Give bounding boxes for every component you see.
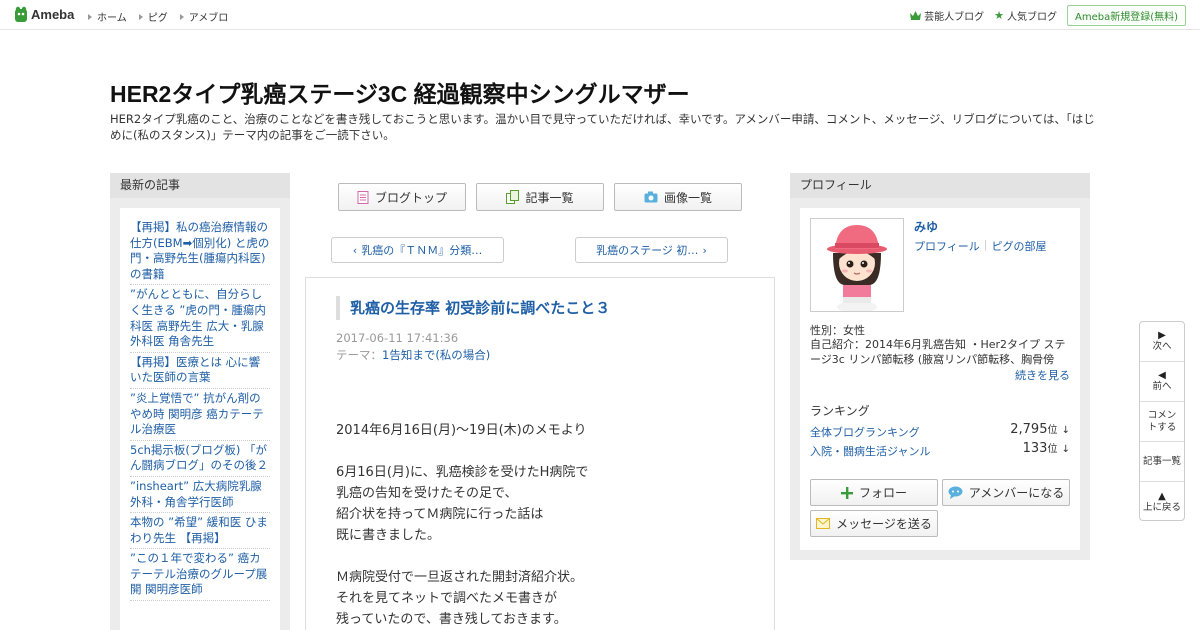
read-more-link[interactable]: 続きを見る: [1015, 367, 1070, 383]
recent-articles-box: 最新の記事 【再掲】私の癌治療情報の仕方(EBM➡個別化) と虎の門・高野先生(…: [110, 173, 290, 630]
recent-article-item[interactable]: 【再掲】私の癌治療情報の仕方(EBM➡個別化) と虎の門・高野先生(腫瘍内科医)…: [130, 218, 270, 286]
copy-icon: [506, 190, 520, 204]
plus-icon: [840, 486, 853, 499]
top-bar: Ameba ホーム ピグ アメブロ 芸能人ブログ ★ 人気ブログ Ameba新規…: [0, 0, 1200, 30]
nav-pigg[interactable]: ピグ: [138, 9, 168, 24]
next-button[interactable]: ▶ 次へ: [1140, 322, 1184, 362]
top-nav: ホーム ピグ アメブロ: [88, 9, 240, 24]
nav-home[interactable]: ホーム: [88, 9, 127, 24]
article-date: 2017-06-11 17:41:36: [336, 331, 459, 345]
avatar[interactable]: [810, 218, 904, 313]
article-paragraph: 残っていたので、書き残しておきます。: [336, 612, 567, 627]
profile-links: プロフィール | ピグの部屋: [914, 238, 1047, 254]
ranking-value: 2,795位 ↓: [1010, 422, 1070, 437]
crown-icon: [910, 11, 922, 20]
article-body: 2014年6月16日(月)～19日(木)のメモより 6月16日(月)に、乳癌検診…: [336, 420, 588, 630]
chevron-right-icon: ›: [702, 243, 707, 257]
top-right-links: 芸能人ブログ ★ 人気ブログ Ameba新規登録(無料): [910, 5, 1186, 26]
arrow-down-icon: ↓: [1061, 444, 1070, 455]
blog-description: HER2タイプ乳癌のこと、治療のことなどを書き残しておこうと思います。温かい目で…: [110, 112, 1095, 142]
ranking-label[interactable]: 全体ブログランキング: [810, 426, 920, 439]
profile-heading: プロフィール: [790, 173, 1090, 198]
send-message-button[interactable]: メッセージを送る: [810, 510, 938, 537]
triangle-right-icon: [179, 13, 184, 20]
article-blank-line: [336, 441, 588, 462]
divider: |: [983, 238, 988, 251]
tab-article-list[interactable]: 記事一覧: [476, 183, 604, 211]
ameba-logo-icon: [15, 6, 27, 22]
recent-article-item[interactable]: 本物の ”希望” 緩和医 ひまわり先生 【再掲】: [130, 513, 270, 550]
ameba-logo-text: Ameba: [31, 7, 75, 22]
recent-article-item[interactable]: ”insheart” 広大病院乳腺外科・角舎学行医師: [130, 477, 270, 514]
article-paragraph: 乳癌の告知を受けたその足で、: [336, 486, 518, 501]
signup-button[interactable]: Ameba新規登録(無料): [1066, 5, 1186, 26]
ranking-label[interactable]: 入院・闘病生活ジャンル: [810, 445, 930, 458]
celebrity-blog-link[interactable]: 芸能人ブログ: [910, 8, 984, 23]
profile-gender: 性別：女性: [810, 324, 865, 337]
comment-button[interactable]: コメントする: [1140, 402, 1184, 442]
article-paragraph: Ｍ病院受付で一旦返された開封済紹介状。: [336, 570, 584, 585]
back-to-top-button[interactable]: ▲ 上に戻る: [1140, 482, 1184, 522]
recent-article-item[interactable]: 5ch掲示板(ブログ板) 「がん闘病ブログ」のその後２: [130, 441, 270, 477]
profile-intro: 自己紹介：2014年6月乳癌告知 ・Her2タイプ ステージ3c リンパ節転移 …: [810, 338, 1066, 366]
ranking-heading: ランキング: [810, 404, 870, 418]
article-paragraph: 紹介状を持ってＭ病院に行った話は: [336, 507, 544, 522]
arrow-down-icon: ↓: [1061, 425, 1070, 436]
article-theme: テーマ：1告知まで(私の場合): [336, 348, 491, 362]
speech-bubble-icon: [948, 486, 963, 499]
profile-link[interactable]: プロフィール: [914, 238, 980, 254]
article: 乳癌の生存率 初受診前に調べたこと３ 2017-06-11 17:41:36 テ…: [305, 277, 775, 630]
recent-articles-heading: 最新の記事: [110, 173, 290, 198]
follow-button[interactable]: フォロー: [810, 479, 938, 506]
ranking-value: 133位 ↓: [1022, 441, 1070, 456]
play-left-icon: ◀: [1158, 370, 1166, 381]
prev-article-link[interactable]: ‹ 乳癌の『ＴＮＭ』分類…: [331, 237, 504, 263]
article-title[interactable]: 乳癌の生存率 初受診前に調べたこと３: [336, 296, 610, 320]
profile-box: プロフィール みゆ プロフィール | ピグの部屋 性別：女性 自己紹介：2014…: [790, 173, 1090, 560]
profile-inner: みゆ プロフィール | ピグの部屋 性別：女性 自己紹介：2014年6月乳癌告知…: [800, 208, 1080, 550]
blog-title[interactable]: HER2タイプ乳癌ステージ3C 経過観察中シングルマザー: [110, 75, 690, 109]
document-icon: [357, 190, 369, 204]
pigg-room-link[interactable]: ピグの部屋: [992, 238, 1047, 254]
play-right-icon: ▶: [1158, 330, 1166, 341]
triangle-up-icon: ▲: [1158, 490, 1166, 502]
ranking-row: 入院・闘病生活ジャンル 133位 ↓: [810, 441, 1070, 459]
ranking-row: 全体ブログランキング 2,795位 ↓: [810, 422, 1070, 440]
prev-button[interactable]: ◀ 前へ: [1140, 362, 1184, 402]
envelope-icon: [816, 518, 831, 529]
tab-image-list[interactable]: 画像一覧: [614, 183, 742, 211]
article-paragraph: 2014年6月16日(月)～19日(木)のメモより: [336, 423, 587, 438]
recent-article-item[interactable]: ”炎上覚悟で” 抗がん剤のやめ時 関明彦 癌カテーテル治療医: [130, 389, 270, 441]
article-paragraph: 6月16日(月)に、乳癌検診を受けたH病院で: [336, 465, 589, 480]
ameba-logo[interactable]: Ameba: [14, 6, 74, 23]
star-icon: ★: [994, 9, 1004, 22]
chevron-left-icon: ‹: [352, 243, 358, 257]
article-theme-link[interactable]: 1告知まで(私の場合): [382, 348, 490, 362]
amember-button[interactable]: アメンバーになる: [942, 479, 1070, 506]
article-paragraph: それを見てネットで調べたメモ書きが: [336, 591, 558, 606]
recent-article-item[interactable]: ”この１年で変わる” 癌カテーテル治療のグループ展開 関明彦医師: [130, 549, 270, 602]
popular-blog-link[interactable]: ★ 人気ブログ: [994, 8, 1057, 23]
camera-icon: [644, 191, 658, 203]
side-nav: ▶ 次へ ◀ 前へ コメントする 記事一覧 ▲ 上に戻る: [1139, 321, 1185, 521]
avatar-image: [811, 219, 903, 313]
triangle-right-icon: [88, 13, 92, 20]
article-paragraph: 既に書きました。: [336, 528, 441, 543]
nav-ameblo[interactable]: アメブロ: [179, 9, 228, 24]
recent-articles-list: 【再掲】私の癌治療情報の仕方(EBM➡個別化) と虎の門・高野先生(腫瘍内科医)…: [120, 208, 280, 630]
next-article-link[interactable]: 乳癌のステージ 初… ›: [575, 237, 728, 263]
tab-blog-top[interactable]: ブログトップ: [338, 183, 466, 211]
recent-article-item[interactable]: ”がんとともに、自分らしく生きる ”虎の門・腫瘍内科医 高野先生 広大・乳腺外科…: [130, 285, 270, 353]
article-list-button[interactable]: 記事一覧: [1140, 442, 1184, 482]
profile-name[interactable]: みゆ: [914, 218, 938, 235]
triangle-right-icon: [138, 13, 143, 20]
article-blank-line: [336, 546, 588, 567]
recent-article-item[interactable]: 【再掲】医療とは 心に響いた医師の言葉: [130, 353, 270, 389]
